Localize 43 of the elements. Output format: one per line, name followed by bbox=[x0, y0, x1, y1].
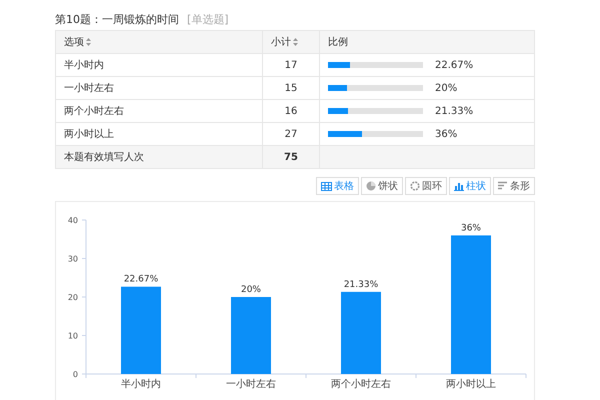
y-tick-mark bbox=[82, 335, 86, 336]
view-button[interactable]: 饼状 bbox=[361, 177, 403, 195]
column-header: 比例 bbox=[320, 30, 534, 54]
data-label: 22.67% bbox=[124, 274, 158, 285]
x-category-label: 两个小时左右 bbox=[331, 379, 391, 390]
view-button[interactable]: 表格 bbox=[316, 177, 359, 195]
percent-text: 22.67% bbox=[435, 60, 474, 70]
data-label: 20% bbox=[241, 285, 261, 295]
y-tick-mark bbox=[82, 296, 86, 298]
table-cell: 75 bbox=[262, 146, 320, 168]
view-button[interactable]: 圆环 bbox=[405, 177, 447, 195]
column-header[interactable]: 小计 bbox=[262, 30, 320, 54]
data-label: 36% bbox=[461, 223, 481, 234]
question-title: 第10题：一周锻炼的时间 bbox=[55, 12, 179, 26]
y-tick-label: 40 bbox=[68, 216, 78, 225]
table-cell: 17 bbox=[262, 54, 320, 76]
y-tick-label: 20 bbox=[68, 293, 78, 302]
table-cell: 半小时内 bbox=[56, 54, 262, 76]
x-category-label: 一小时左右 bbox=[226, 379, 276, 390]
x-category-label: 半小时内 bbox=[121, 379, 161, 390]
pie-icon bbox=[366, 181, 376, 191]
table-cell: 16 bbox=[262, 100, 320, 122]
column-header[interactable]: 选项 bbox=[56, 30, 262, 54]
y-tick-label: 10 bbox=[68, 332, 78, 340]
ring-icon bbox=[410, 181, 420, 191]
y-tick-label: 30 bbox=[68, 254, 78, 264]
y-tick-mark bbox=[82, 258, 86, 259]
view-button[interactable]: 条形 bbox=[493, 177, 535, 195]
percent-text: 21.33% bbox=[435, 106, 474, 116]
table-cell: 本题有效填写人次 bbox=[56, 146, 262, 168]
column-chart-icon bbox=[454, 181, 464, 191]
view-button[interactable]: 柱状 bbox=[449, 177, 491, 195]
x-category-label: 两小时以上 bbox=[446, 379, 496, 390]
table-cell: 15 bbox=[262, 76, 320, 100]
percent-text: 36% bbox=[435, 128, 458, 140]
table-cell: 两个小时左右 bbox=[56, 100, 262, 122]
table-icon bbox=[321, 182, 332, 190]
percent-text: 20% bbox=[435, 82, 458, 94]
bar-chart-icon bbox=[498, 181, 508, 191]
y-tick-label: 0 bbox=[72, 370, 78, 379]
data-label: 21.33% bbox=[344, 280, 378, 290]
question-type-tag: [单选题] bbox=[187, 12, 229, 26]
table-cell: 一小时左右 bbox=[56, 76, 262, 100]
